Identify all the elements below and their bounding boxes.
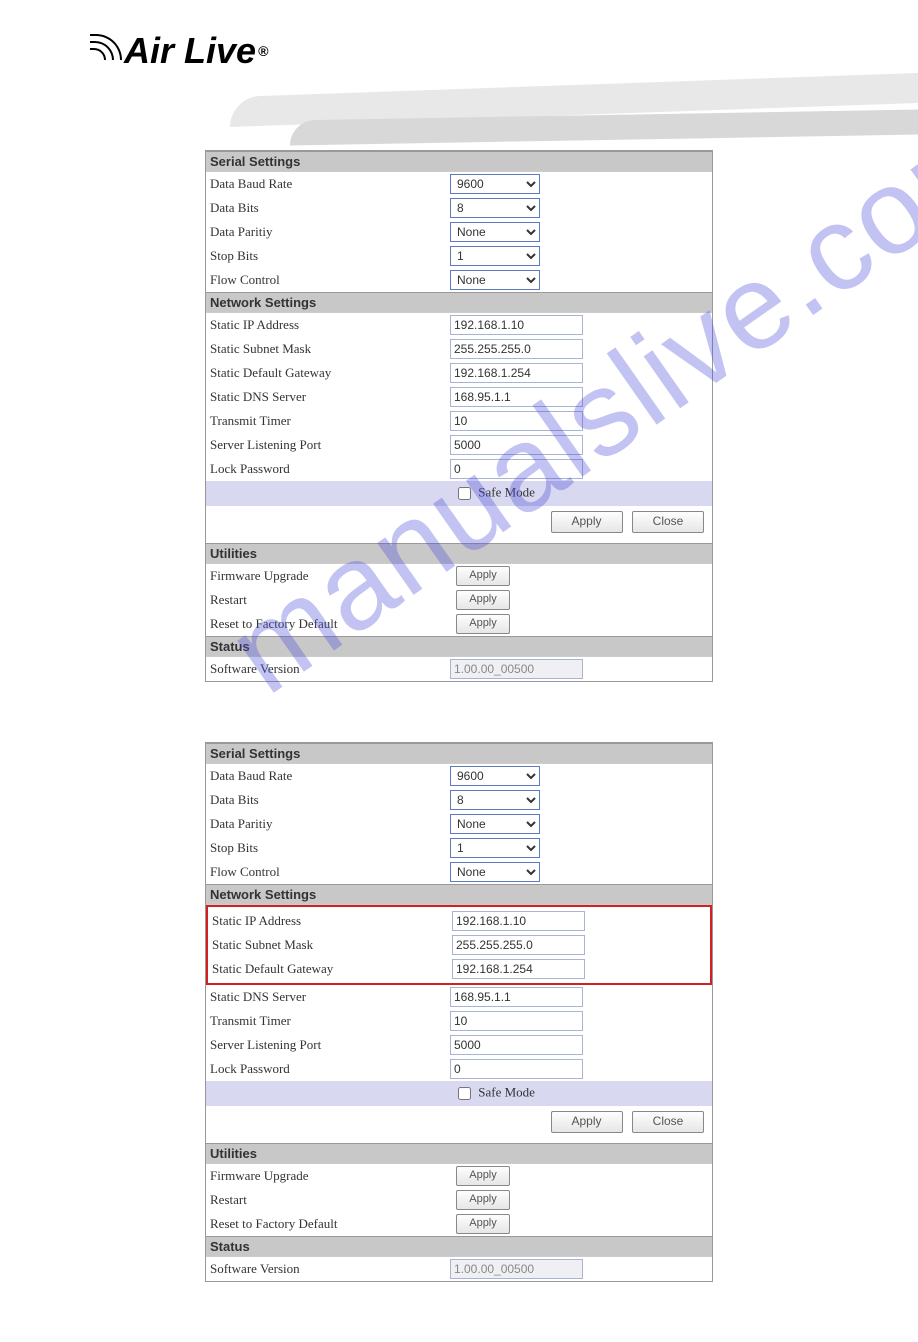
close-button[interactable]: Close — [632, 1111, 704, 1133]
safe-mode-row: Safe Mode — [206, 1081, 712, 1106]
dns-server-label: Static DNS Server — [210, 989, 450, 1005]
factory-reset-apply-button[interactable]: Apply — [456, 614, 510, 634]
serial-settings-header: Serial Settings — [206, 743, 712, 764]
software-version-label: Software Version — [210, 661, 450, 677]
apply-button[interactable]: Apply — [551, 1111, 623, 1133]
restart-label: Restart — [210, 1192, 450, 1208]
network-group: Static IP Address Static Subnet Mask Sta… — [206, 313, 712, 385]
stop-bits-select[interactable]: 1 — [450, 246, 540, 266]
firmware-upgrade-label: Firmware Upgrade — [210, 1168, 450, 1184]
status-header: Status — [206, 636, 712, 657]
network-settings-header: Network Settings — [206, 884, 712, 905]
apply-button[interactable]: Apply — [551, 511, 623, 533]
status-header: Status — [206, 1236, 712, 1257]
listening-port-input[interactable] — [450, 435, 583, 455]
flow-control-label: Flow Control — [210, 864, 450, 880]
static-ip-label: Static IP Address — [210, 317, 450, 333]
firmware-upgrade-label: Firmware Upgrade — [210, 568, 450, 584]
default-gateway-input[interactable] — [452, 959, 585, 979]
utilities-header: Utilities — [206, 1143, 712, 1164]
parity-label: Data Paritiy — [210, 224, 450, 240]
wifi-icon — [90, 34, 130, 68]
baud-rate-select[interactable]: 9600 — [450, 174, 540, 194]
parity-label: Data Paritiy — [210, 816, 450, 832]
subnet-mask-label: Static Subnet Mask — [210, 341, 450, 357]
parity-select[interactable]: None — [450, 222, 540, 242]
baud-rate-label: Data Baud Rate — [210, 768, 450, 784]
static-ip-input[interactable] — [452, 911, 585, 931]
safe-mode-label: Safe Mode — [478, 1084, 535, 1099]
header-swoosh — [230, 55, 918, 145]
flow-control-label: Flow Control — [210, 272, 450, 288]
serial-settings-header: Serial Settings — [206, 151, 712, 172]
transmit-timer-input[interactable] — [450, 1011, 583, 1031]
action-buttons-row: Apply Close — [206, 506, 712, 543]
utilities-header: Utilities — [206, 543, 712, 564]
lock-password-input[interactable] — [450, 1059, 583, 1079]
lock-password-input[interactable] — [450, 459, 583, 479]
software-version-label: Software Version — [210, 1261, 450, 1277]
stop-bits-label: Stop Bits — [210, 840, 450, 856]
subnet-mask-input[interactable] — [452, 935, 585, 955]
close-button[interactable]: Close — [632, 511, 704, 533]
dns-server-label: Static DNS Server — [210, 389, 450, 405]
lock-password-label: Lock Password — [210, 461, 450, 477]
action-buttons-row: Apply Close — [206, 1106, 712, 1143]
listening-port-input[interactable] — [450, 1035, 583, 1055]
data-bits-select[interactable]: 8 — [450, 198, 540, 218]
firmware-upgrade-apply-button[interactable]: Apply — [456, 566, 510, 586]
safe-mode-checkbox[interactable] — [458, 487, 471, 500]
firmware-upgrade-apply-button[interactable]: Apply — [456, 1166, 510, 1186]
settings-panel: Serial Settings Data Baud Rate 9600 Data… — [205, 742, 713, 1282]
factory-reset-label: Reset to Factory Default — [210, 1216, 450, 1232]
subnet-mask-input[interactable] — [450, 339, 583, 359]
stop-bits-label: Stop Bits — [210, 248, 450, 264]
data-bits-label: Data Bits — [210, 200, 450, 216]
dns-server-input[interactable] — [450, 987, 583, 1007]
software-version-value — [450, 659, 583, 679]
listening-port-label: Server Listening Port — [210, 437, 450, 453]
baud-rate-label: Data Baud Rate — [210, 176, 450, 192]
network-group: Static IP Address Static Subnet Mask Sta… — [206, 905, 712, 985]
baud-rate-select[interactable]: 9600 — [450, 766, 540, 786]
data-bits-label: Data Bits — [210, 792, 450, 808]
parity-select[interactable]: None — [450, 814, 540, 834]
default-gateway-input[interactable] — [450, 363, 583, 383]
safe-mode-checkbox[interactable] — [458, 1087, 471, 1100]
settings-panel: Serial Settings Data Baud Rate 9600 Data… — [205, 150, 713, 682]
listening-port-label: Server Listening Port — [210, 1037, 450, 1053]
lock-password-label: Lock Password — [210, 1061, 450, 1077]
network-settings-header: Network Settings — [206, 292, 712, 313]
transmit-timer-input[interactable] — [450, 411, 583, 431]
restart-label: Restart — [210, 592, 450, 608]
default-gateway-label: Static Default Gateway — [212, 961, 452, 977]
static-ip-label: Static IP Address — [212, 913, 452, 929]
page-header: Air Live® — [0, 0, 918, 140]
subnet-mask-label: Static Subnet Mask — [212, 937, 452, 953]
transmit-timer-label: Transmit Timer — [210, 413, 450, 429]
transmit-timer-label: Transmit Timer — [210, 1013, 450, 1029]
restart-apply-button[interactable]: Apply — [456, 1190, 510, 1210]
flow-control-select[interactable]: None — [450, 862, 540, 882]
software-version-value — [450, 1259, 583, 1279]
restart-apply-button[interactable]: Apply — [456, 590, 510, 610]
data-bits-select[interactable]: 8 — [450, 790, 540, 810]
flow-control-select[interactable]: None — [450, 270, 540, 290]
safe-mode-label: Safe Mode — [478, 484, 535, 499]
dns-server-input[interactable] — [450, 387, 583, 407]
stop-bits-select[interactable]: 1 — [450, 838, 540, 858]
factory-reset-label: Reset to Factory Default — [210, 616, 450, 632]
safe-mode-row: Safe Mode — [206, 481, 712, 506]
default-gateway-label: Static Default Gateway — [210, 365, 450, 381]
static-ip-input[interactable] — [450, 315, 583, 335]
factory-reset-apply-button[interactable]: Apply — [456, 1214, 510, 1234]
